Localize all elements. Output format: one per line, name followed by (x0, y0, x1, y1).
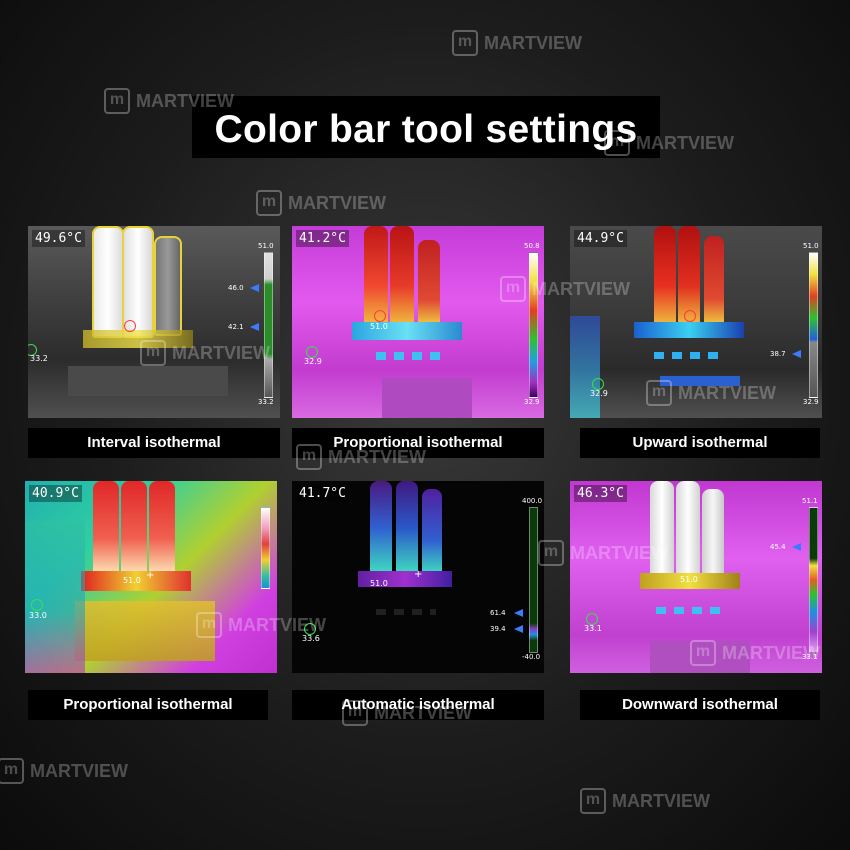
watermark: m MARTVIEW (0, 758, 128, 784)
watermark: m MARTVIEW (196, 612, 326, 638)
hotspot-icon (684, 310, 696, 322)
title-banner: Color bar tool settings (192, 96, 660, 158)
watermark: m MARTVIEW (646, 380, 776, 406)
isotherm-marker-label: 45.4 (770, 543, 786, 551)
caption: Upward isothermal (580, 428, 820, 458)
color-bar-min: 32.9 (524, 398, 540, 406)
thermal-image-2: 41.2°C 51.0 32.9 50.8 32.9 (292, 226, 544, 418)
isotherm-marker-label: 39.4 (490, 625, 506, 633)
thermal-image-4: 40.9°C 51.0 + 33.0 (25, 481, 277, 673)
isotherm-marker-icon[interactable] (250, 323, 259, 331)
brand-logo-icon: m (296, 444, 322, 470)
hotspot-value: 51.0 (370, 579, 388, 588)
watermark: m MARTVIEW (580, 788, 710, 814)
watermark: m MARTVIEW (538, 540, 668, 566)
color-bar-max: 50.8 (524, 242, 540, 250)
max-temperature: 41.2°C (296, 230, 349, 247)
max-temperature: 49.6°C (32, 230, 85, 247)
max-temperature: 44.9°C (574, 230, 627, 247)
isotherm-marker-icon[interactable] (792, 350, 801, 358)
watermark: m MARTVIEW (140, 340, 270, 366)
coldspot-icon (31, 599, 43, 611)
hotspot-icon (374, 310, 386, 322)
watermark: m MARTVIEW (500, 276, 630, 302)
watermark: m MARTVIEW (604, 130, 734, 156)
brand-logo-icon: m (604, 130, 630, 156)
brand-logo-icon: m (580, 788, 606, 814)
caption: Interval isothermal (28, 428, 280, 458)
watermark: m MARTVIEW (452, 30, 582, 56)
brand-logo-icon: m (256, 190, 282, 216)
caption: Downward isothermal (580, 690, 820, 720)
hotspot-value: 51.0 (123, 576, 141, 585)
isotherm-marker-label: 38.7 (770, 350, 786, 358)
brand-logo-icon: m (452, 30, 478, 56)
brand-logo-icon: m (196, 612, 222, 638)
brand-logo-icon: m (500, 276, 526, 302)
brand-logo-icon: m (0, 758, 24, 784)
isotherm-marker-icon[interactable] (250, 284, 259, 292)
color-bar (529, 507, 538, 653)
color-bar (809, 507, 818, 653)
thermal-image-5: 41.7°C 51.0 + 33.6 400.0 -40.0 61.4 39.4 (292, 481, 544, 673)
isotherm-marker-icon[interactable] (514, 625, 523, 633)
color-bar-min: 32.9 (803, 398, 819, 406)
coldspot-value: 32.9 (304, 357, 322, 366)
coldspot-value: 33.0 (29, 611, 47, 620)
watermark: m MARTVIEW (104, 88, 234, 114)
color-bar-max: 400.0 (522, 497, 543, 505)
color-bar (264, 252, 273, 398)
brand-logo-icon: m (104, 88, 130, 114)
hotspot-value: 51.0 (370, 322, 388, 331)
isotherm-marker-label: 46.0 (228, 284, 244, 292)
coldspot-value: 33.2 (30, 354, 48, 363)
brand-logo-icon: m (342, 700, 368, 726)
isotherm-marker-icon[interactable] (792, 543, 801, 551)
watermark: m MARTVIEW (690, 640, 820, 666)
watermark: m MARTVIEW (256, 190, 386, 216)
hotspot-icon (124, 320, 136, 332)
color-bar-max: 51.1 (802, 497, 818, 505)
isotherm-marker-icon[interactable] (514, 609, 523, 617)
max-temperature: 40.9°C (29, 485, 82, 502)
thermal-image-1: 49.6°C 33.2 51.0 33.2 46.0 42.1 (28, 226, 280, 418)
page-title: Color bar tool settings (214, 108, 638, 151)
color-bar-min: 33.2 (258, 398, 274, 406)
watermark: m MARTVIEW (296, 444, 426, 470)
color-bar (261, 507, 270, 589)
color-bar-max: 51.0 (258, 242, 274, 250)
watermark: m MARTVIEW (342, 700, 472, 726)
coldspot-value: 33.1 (584, 624, 602, 633)
color-bar-min: -40.0 (522, 653, 541, 661)
crosshair-icon: + (146, 570, 155, 581)
brand-logo-icon: m (140, 340, 166, 366)
isotherm-marker-label: 42.1 (228, 323, 244, 331)
color-bar (809, 252, 818, 398)
max-temperature: 41.7°C (296, 485, 349, 502)
color-bar (529, 252, 538, 398)
crosshair-icon: + (414, 569, 423, 580)
color-bar-max: 51.0 (803, 242, 819, 250)
max-temperature: 46.3°C (574, 485, 627, 502)
brand-logo-icon: m (538, 540, 564, 566)
brand-logo-icon: m (690, 640, 716, 666)
coldspot-value: 32.9 (590, 389, 608, 398)
hotspot-value: 51.0 (680, 575, 698, 584)
isotherm-marker-label: 61.4 (490, 609, 506, 617)
brand-logo-icon: m (646, 380, 672, 406)
caption: Proportional isothermal (28, 690, 268, 720)
